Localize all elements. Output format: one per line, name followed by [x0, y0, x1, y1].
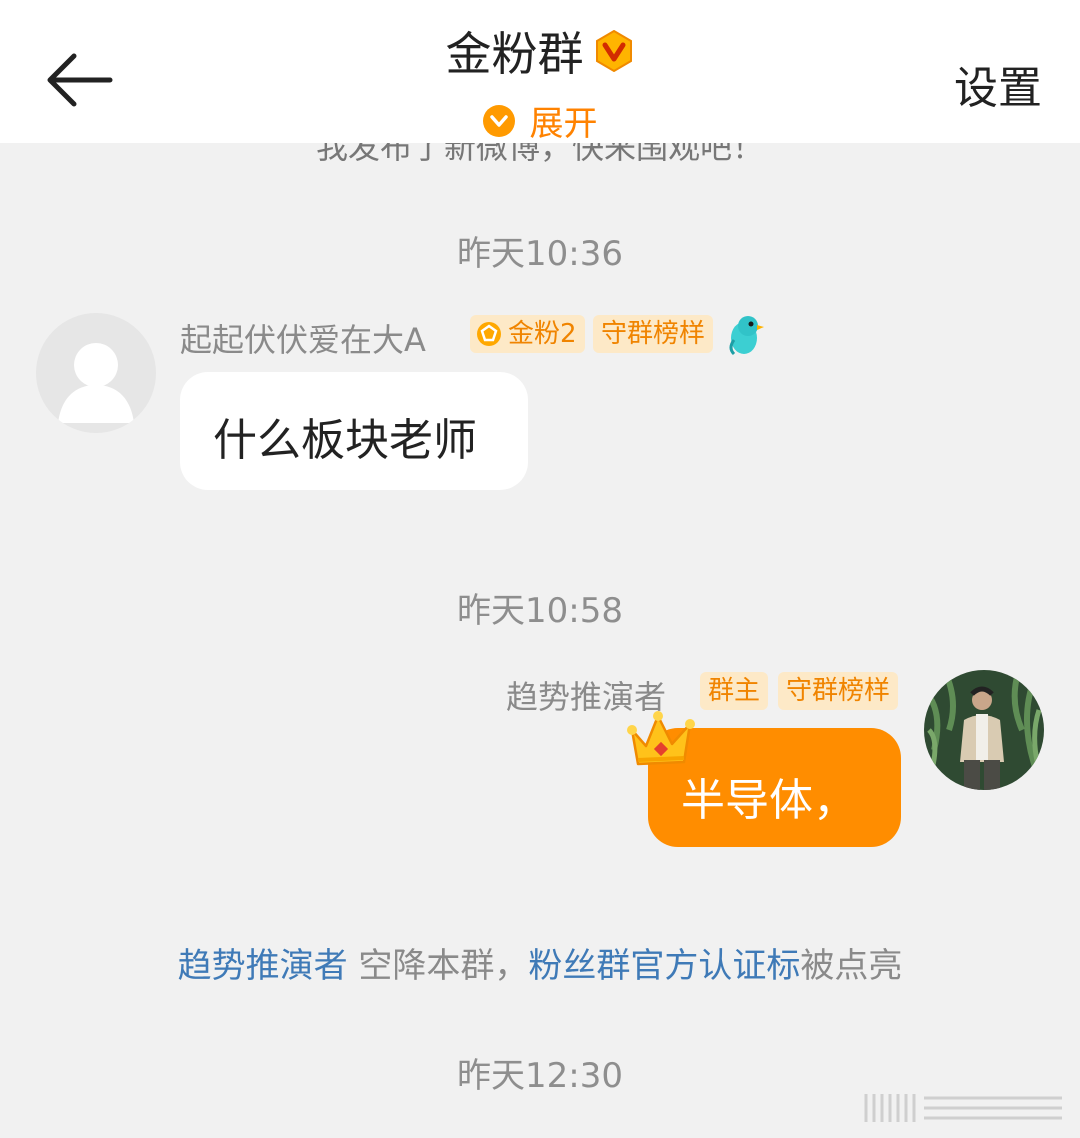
sender-name[interactable]: 起起伏伏爱在大A — [180, 315, 426, 361]
watermark-logo-icon — [864, 1094, 1062, 1122]
expand-toggle[interactable]: 展开 — [0, 96, 1080, 145]
default-user-icon — [36, 313, 156, 433]
group-title: 金粉群 — [445, 27, 584, 81]
message-bubble-incoming[interactable]: 什么板块老师 — [180, 372, 528, 490]
chevron-down-circle-icon — [483, 104, 516, 137]
avatar-owner[interactable] — [924, 670, 1044, 790]
notice-user-link[interactable]: 趋势推演者 — [178, 946, 348, 986]
gold-fan-badge: 金粉2 — [470, 315, 585, 353]
verified-v-icon — [595, 30, 632, 72]
bird-icon — [729, 316, 764, 356]
chat-header: 金粉群 展开 设置 — [0, 0, 1080, 145]
notice-badge-link[interactable]: 粉丝群官方认证标 — [528, 946, 800, 986]
timestamp: 昨天10:36 — [457, 234, 623, 274]
gold-fan-icon — [477, 322, 501, 346]
group-model-badge: 守群榜样 — [778, 672, 899, 710]
owner-photo-icon — [924, 670, 1044, 790]
notice-tail: 被点亮 — [800, 946, 903, 986]
system-notice: 趋势推演者 空降本群，粉丝群官方认证标被点亮 — [0, 938, 1080, 987]
settings-button[interactable]: 设置 — [954, 52, 1042, 116]
expand-label: 展开 — [529, 104, 598, 144]
message-text: 什么板块老师 — [213, 415, 477, 466]
notice-text: 空降本群， — [347, 946, 529, 986]
avatar-default[interactable] — [36, 313, 156, 433]
gold-fan-label: 金粉2 — [508, 319, 577, 349]
crown-icon — [627, 711, 695, 766]
message-text: 半导体， — [681, 775, 857, 826]
timestamp: 昨天10:58 — [457, 591, 623, 631]
group-owner-badge: 群主 — [700, 672, 769, 710]
title-row: 金粉群 — [0, 18, 1080, 84]
group-model-badge: 守群榜样 — [593, 315, 714, 353]
